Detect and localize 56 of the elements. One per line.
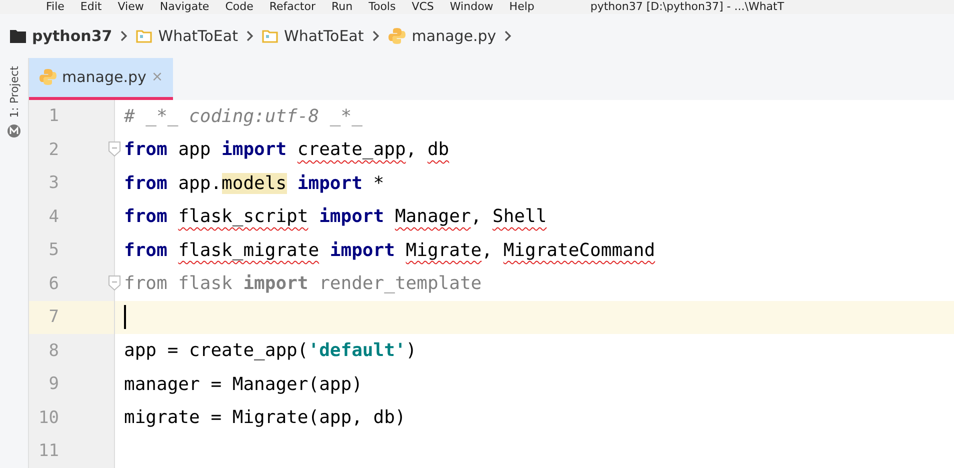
- menu-item[interactable]: Window: [450, 0, 494, 14]
- menu-item[interactable]: Refactor: [269, 0, 316, 14]
- code-line: # _*_ coding:utf-8 _*_: [124, 106, 362, 127]
- line-number: 3: [48, 173, 59, 194]
- editor-tab[interactable]: manage.py ×: [29, 58, 174, 100]
- menu-item[interactable]: File: [46, 0, 64, 14]
- line-number: 4: [48, 206, 59, 227]
- menu-item[interactable]: Code: [225, 0, 254, 14]
- breadcrumb-label: manage.py: [412, 27, 496, 45]
- breadcrumb-item[interactable]: WhatToEat: [136, 27, 238, 45]
- folder-icon: [262, 29, 278, 43]
- breadcrumb-label: WhatToEat: [284, 27, 364, 45]
- tab-label: manage.py: [62, 68, 146, 86]
- line-number: 8: [48, 340, 59, 361]
- breadcrumb-item[interactable]: python37: [10, 27, 112, 45]
- code-line: app = create_app('default'): [124, 340, 417, 362]
- python-icon: [388, 27, 406, 45]
- breadcrumb-label: python37: [32, 27, 112, 45]
- line-number: 10: [38, 408, 59, 428]
- menu-item[interactable]: Navigate: [160, 0, 210, 14]
- menu-item[interactable]: VCS: [412, 0, 434, 14]
- code-line: manager = Manager(app): [124, 374, 362, 395]
- code-line: from app import create_app, db: [124, 139, 450, 160]
- window-title: python37 [D:\python37] - ...\WhatT: [590, 0, 784, 14]
- breadcrumb-item[interactable]: WhatToEat: [262, 27, 364, 45]
- breadcrumb-label: WhatToEat: [158, 27, 238, 45]
- folder-icon: [10, 29, 26, 43]
- code-line: from flask import render_template: [124, 273, 482, 294]
- text-caret: [124, 305, 126, 330]
- line-number: 9: [48, 374, 59, 394]
- line-number: 2: [48, 140, 59, 160]
- code-line: from app.models import *: [124, 172, 384, 194]
- chevron-icon: [120, 30, 128, 42]
- menu-item[interactable]: Run: [332, 0, 353, 14]
- project-tool-tab[interactable]: 1: Project: [8, 66, 20, 118]
- fold-marker-icon[interactable]: [108, 275, 121, 291]
- m-circle-icon: [7, 124, 21, 138]
- chevron-icon: [504, 30, 512, 42]
- menu-item[interactable]: Help: [509, 0, 534, 14]
- line-number: 11: [38, 441, 59, 462]
- python-icon: [39, 68, 57, 86]
- menu-item[interactable]: View: [118, 0, 144, 14]
- folder-icon: [136, 29, 152, 43]
- line-number: 7: [48, 307, 59, 328]
- line-number: 5: [48, 240, 59, 260]
- menu-item[interactable]: Tools: [368, 0, 396, 14]
- line-number: 1: [48, 106, 59, 126]
- code-line: migrate = Migrate(app, db): [124, 407, 406, 428]
- line-number: 6: [48, 274, 59, 294]
- fold-marker-icon[interactable]: [108, 141, 121, 157]
- breadcrumb-item[interactable]: manage.py: [388, 27, 496, 45]
- code-line: from flask_migrate import Migrate, MigrateCommand: [124, 240, 656, 261]
- code-line: from flask_script import Manager, Shell: [124, 206, 547, 228]
- chevron-icon: [372, 30, 380, 42]
- menu-item[interactable]: Edit: [80, 0, 102, 14]
- chevron-icon: [246, 30, 254, 42]
